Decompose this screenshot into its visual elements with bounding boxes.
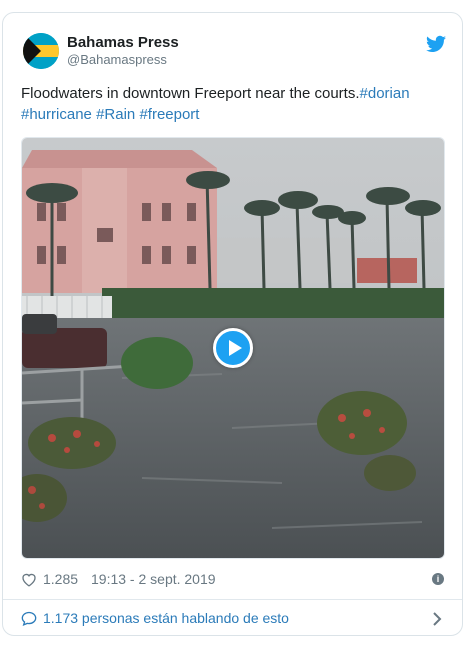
conversation-link[interactable]: 1.173 personas están hablando de esto: [21, 609, 444, 629]
chevron-right-icon: [433, 612, 442, 626]
tweet-body: Floodwaters in downtown Freeport near th…: [21, 85, 360, 102]
hashtag-dorian[interactable]: #dorian: [360, 85, 410, 102]
hashtag-freeport[interactable]: #freeport: [139, 106, 199, 123]
tweet-card: Bahamas Press @Bahamaspress Floodwaters …: [2, 12, 463, 636]
info-icon[interactable]: i: [432, 573, 444, 585]
tweet-meta: 1.285 19:13 - 2 sept. 2019 i: [21, 571, 444, 589]
bahamas-flag-avatar[interactable]: [23, 33, 59, 69]
hashtag-rain[interactable]: #Rain: [96, 106, 135, 123]
tweet-header: Bahamas Press @Bahamaspress: [23, 33, 446, 69]
account-name[interactable]: Bahamas Press: [67, 34, 179, 51]
divider: [3, 599, 462, 600]
play-icon[interactable]: [213, 328, 253, 368]
tweet-timestamp[interactable]: 19:13 - 2 sept. 2019: [91, 571, 216, 587]
heart-icon[interactable]: [21, 572, 37, 587]
talking-count: 1.173 personas están hablando de esto: [43, 610, 289, 626]
hashtag-hurricane[interactable]: #hurricane: [21, 106, 92, 123]
tweet-text: Floodwaters in downtown Freeport near th…: [21, 83, 446, 125]
twitter-bird-icon[interactable]: [426, 35, 446, 53]
comment-bubble-icon: [21, 611, 37, 626]
like-count[interactable]: 1.285: [43, 571, 78, 587]
video-media[interactable]: [21, 137, 445, 559]
account-handle[interactable]: @Bahamaspress: [67, 52, 167, 67]
